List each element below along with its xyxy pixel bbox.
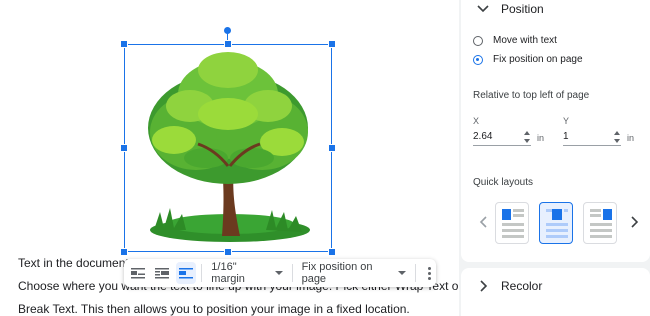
position-dropdown-value: Fix position on page <box>301 261 373 285</box>
x-stepper[interactable] <box>523 130 531 143</box>
radio-button-selected[interactable] <box>473 54 483 65</box>
wrap-inline-icon <box>131 268 146 279</box>
resize-handle-right[interactable] <box>328 144 336 152</box>
radio-button[interactable] <box>473 35 483 46</box>
resize-handle-bottom-right[interactable] <box>328 248 336 256</box>
position-section-title: Position <box>501 2 544 16</box>
resize-handle-bottom[interactable] <box>224 248 232 256</box>
toolbar-divider <box>291 264 293 282</box>
resize-handle-top[interactable] <box>224 40 232 48</box>
image-options-panel: Position Move with text Fix position on … <box>459 0 650 316</box>
wrap-text-icon <box>155 268 170 279</box>
resize-handle-top-left[interactable] <box>120 40 128 48</box>
doc-line-1: Text in the document c <box>18 256 139 270</box>
recolor-section-title: Recolor <box>501 279 543 293</box>
margin-dropdown-value: 1/16" margin <box>211 261 245 285</box>
recolor-section: Recolor <box>461 268 650 316</box>
chevron-right-icon <box>480 280 488 292</box>
chevron-right-icon[interactable] <box>629 216 639 228</box>
y-unit: in <box>627 133 635 143</box>
doc-line-3: Break Text. This then allows you to posi… <box>18 302 410 316</box>
more-vert-icon <box>428 266 432 270</box>
toolbar-divider <box>201 264 203 282</box>
rotation-handle[interactable] <box>224 27 231 34</box>
recolor-section-header[interactable]: Recolor <box>475 278 542 294</box>
y-stepper[interactable] <box>613 130 621 143</box>
y-value: 1 <box>563 131 569 142</box>
radio-label: Move with text <box>493 35 557 46</box>
quick-layout-top-right[interactable] <box>583 202 617 244</box>
margin-dropdown[interactable]: 1/16" margin <box>207 261 286 285</box>
break-text-button[interactable] <box>176 262 197 284</box>
more-options-button[interactable] <box>423 262 436 284</box>
wrap-inline-button[interactable] <box>128 262 148 284</box>
position-section-header[interactable]: Position <box>475 1 544 17</box>
relative-to-label: Relative to top left of page <box>473 90 590 101</box>
chevron-left-icon[interactable] <box>479 216 489 228</box>
position-dropdown[interactable]: Fix position on page <box>298 261 411 285</box>
wrap-text-button[interactable] <box>152 262 172 284</box>
break-text-icon <box>179 268 194 279</box>
chevron-down-icon <box>477 5 489 13</box>
document-canvas[interactable]: Text in the document c Choose where you … <box>0 0 458 316</box>
radio-label: Fix position on page <box>493 54 583 65</box>
x-label: X <box>473 116 480 126</box>
resize-handle-top-right[interactable] <box>328 40 336 48</box>
quick-layout-top-center-selected[interactable] <box>539 202 573 244</box>
image-selection-frame <box>124 44 332 252</box>
x-position-input[interactable]: 2.64 <box>473 128 531 146</box>
toolbar-divider <box>415 264 417 282</box>
y-label: Y <box>563 116 570 126</box>
dropdown-arrow-icon <box>274 271 283 275</box>
dropdown-arrow-icon <box>398 271 407 275</box>
y-position-input[interactable]: 1 <box>563 128 621 146</box>
x-unit: in <box>537 133 545 143</box>
quick-layouts-label: Quick layouts <box>473 177 534 188</box>
quick-layout-top-left[interactable] <box>495 202 529 244</box>
resize-handle-left[interactable] <box>120 144 128 152</box>
position-section: Position Move with text Fix position on … <box>461 0 650 262</box>
radio-move-with-text[interactable]: Move with text <box>473 35 557 46</box>
resize-handle-bottom-left[interactable] <box>120 248 128 256</box>
radio-fix-position[interactable]: Fix position on page <box>473 54 583 65</box>
image-options-toolbar: 1/16" margin Fix position on page <box>124 259 436 287</box>
x-value: 2.64 <box>473 131 493 142</box>
